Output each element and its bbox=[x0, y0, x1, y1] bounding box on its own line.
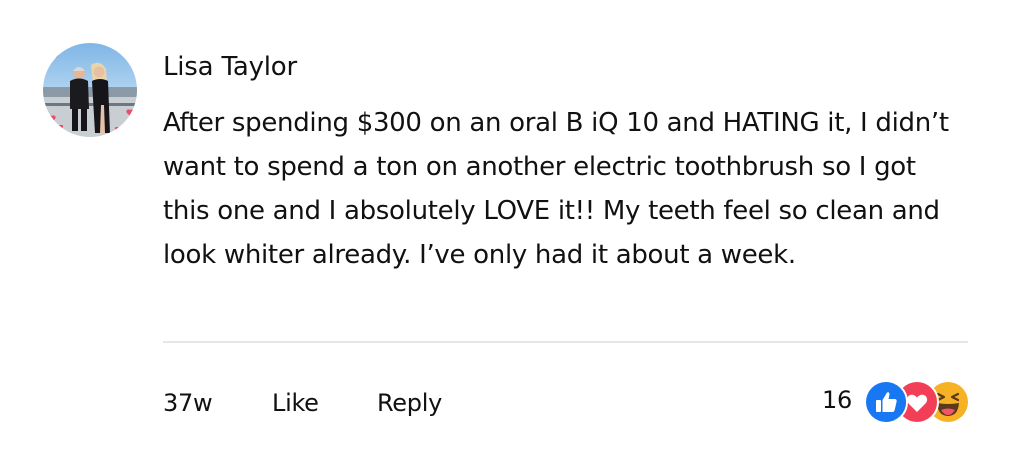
comment-text: After spending $300 on an oral B iQ 10 a… bbox=[163, 108, 949, 270]
comment-timestamp[interactable]: 37w bbox=[163, 385, 213, 421]
comment: Lisa Taylor After spending $300 on an or… bbox=[0, 0, 1024, 469]
divider bbox=[163, 341, 968, 343]
comment-author[interactable]: Lisa Taylor bbox=[163, 50, 297, 84]
like-button[interactable]: Like bbox=[272, 385, 319, 421]
reply-button[interactable]: Reply bbox=[377, 385, 442, 421]
reaction-icons bbox=[863, 378, 974, 424]
like-icon bbox=[863, 380, 908, 424]
reaction-count: 16 bbox=[822, 386, 852, 414]
reactions-summary[interactable]: 16 bbox=[822, 378, 974, 424]
avatar-photo bbox=[43, 43, 137, 137]
avatar[interactable] bbox=[43, 43, 137, 137]
